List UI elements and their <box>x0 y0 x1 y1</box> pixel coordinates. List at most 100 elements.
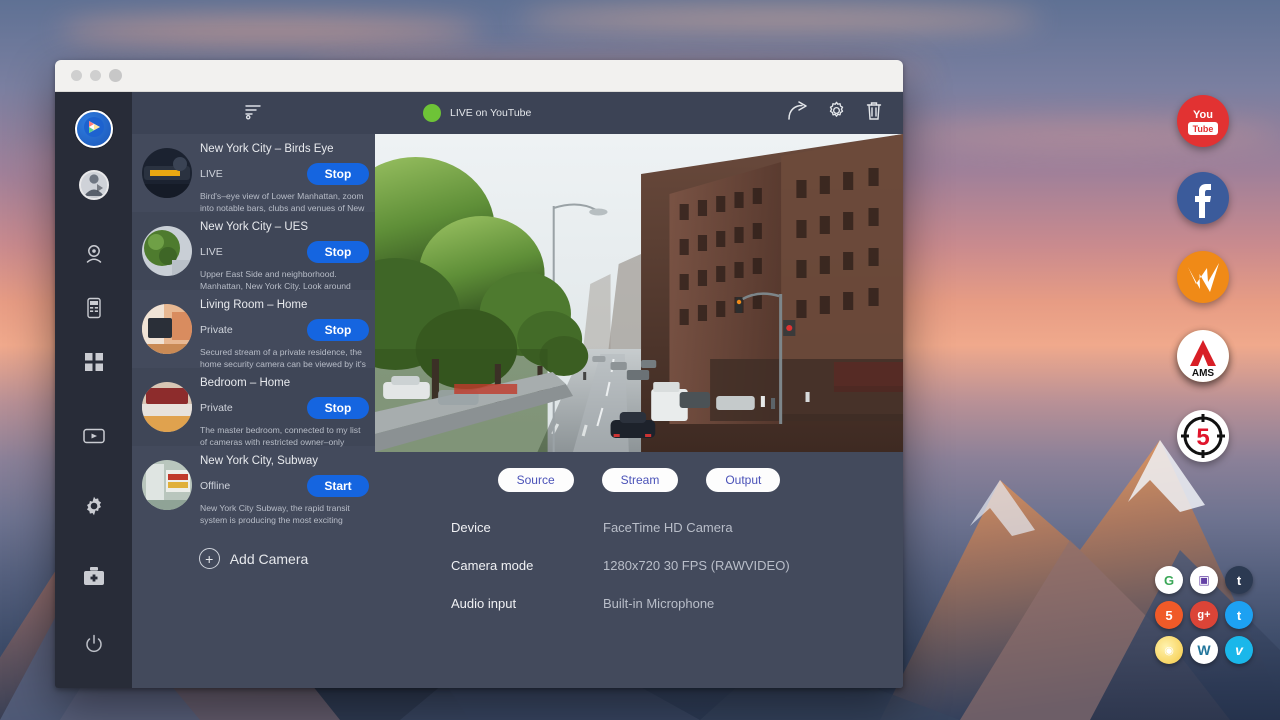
camera-action-button[interactable]: Stop <box>307 319 369 341</box>
dock-icon-target-five[interactable]: 5 <box>1177 410 1229 462</box>
camera-description: Bird's–eye view of Lower Manhattan, zoom… <box>200 191 369 214</box>
camera-list-toolbar <box>132 92 375 134</box>
window-maximize-button[interactable] <box>109 69 122 82</box>
sidebar-item-cameras[interactable] <box>74 234 114 274</box>
info-value[interactable]: 1280x720 30 FPS (RAWVIDEO) <box>603 558 790 573</box>
tv-screen-icon <box>82 426 106 446</box>
live-indicator-dot <box>423 104 441 122</box>
info-label: Camera mode <box>451 558 603 573</box>
sidebar-item-power[interactable] <box>74 624 114 664</box>
main-panel: LIVE on YouTube <box>375 92 903 688</box>
camera-thumbnail <box>142 460 192 510</box>
sidebar-item-user-avatar[interactable] <box>79 170 109 200</box>
first-aid-kit-icon <box>82 566 106 587</box>
info-row-audio-input: Audio input Built-in Microphone <box>451 596 903 611</box>
camera-description: The master bedroom, connected to my list… <box>200 425 369 448</box>
camera-list-column: New York City – Birds Eye LIVE Stop Bird… <box>132 92 375 688</box>
window-titlebar <box>55 60 903 92</box>
mobile-device-icon <box>84 297 104 319</box>
camera-title: New York City – Birds Eye <box>200 142 369 156</box>
power-icon <box>84 634 104 654</box>
svg-text:AMS: AMS <box>1192 368 1215 379</box>
camera-status: LIVE <box>200 246 223 258</box>
sidebar-item-devices[interactable] <box>74 288 114 328</box>
cloud-streak <box>60 18 480 44</box>
camera-status: Private <box>200 324 233 336</box>
sidebar-item-settings[interactable] <box>74 486 114 526</box>
dock-icon-wowza-main[interactable] <box>1177 251 1229 303</box>
camera-list-item[interactable]: New York City – UES LIVE Stop Upper East… <box>132 212 375 290</box>
dock-icon-yellow-app[interactable]: ◉ <box>1155 636 1183 664</box>
info-label: Audio input <box>451 596 603 611</box>
camera-title: New York City, Subway <box>200 454 369 468</box>
svg-text:You: You <box>1193 109 1213 121</box>
camera-thumbnail <box>142 226 192 276</box>
dock-icon-youtube[interactable]: You Tube <box>1177 95 1229 147</box>
plus-icon: + <box>199 548 220 569</box>
camera-action-button[interactable]: Start <box>307 475 369 497</box>
camera-action-button[interactable]: Stop <box>307 163 369 185</box>
info-row-device: Device FaceTime HD Camera <box>451 520 903 535</box>
camera-thumbnail <box>142 148 192 198</box>
trash-icon <box>864 100 884 126</box>
sidebar-item-app-logo[interactable] <box>75 110 113 148</box>
dock-icon-facebook[interactable] <box>1177 172 1229 224</box>
camera-list[interactable]: New York City – Birds Eye LIVE Stop Bird… <box>132 134 375 688</box>
dock-icon-twitter[interactable]: t <box>1225 601 1253 629</box>
svg-text:Tube: Tube <box>1193 124 1214 134</box>
video-preview[interactable] <box>375 134 903 452</box>
info-value[interactable]: FaceTime HD Camera <box>603 520 733 535</box>
tab-output[interactable]: Output <box>706 468 780 492</box>
dock-icon-five-orange[interactable]: 5 <box>1155 601 1183 629</box>
camera-list-item[interactable]: New York City – Birds Eye LIVE Stop Bird… <box>132 134 375 212</box>
sidebar-item-dashboard[interactable] <box>74 342 114 382</box>
info-value[interactable]: Built-in Microphone <box>603 596 714 611</box>
app-body: New York City – Birds Eye LIVE Stop Bird… <box>55 92 903 688</box>
camera-thumbnail <box>142 382 192 432</box>
sidebar-item-broadcast[interactable] <box>74 416 114 456</box>
settings-tabs: Source Stream Output <box>375 452 903 492</box>
desktop-wallpaper: New York City – Birds Eye LIVE Stop Bird… <box>0 0 1280 720</box>
tab-source[interactable]: Source <box>498 468 574 492</box>
camera-list-item[interactable]: New York City, Subway Offline Start New … <box>132 446 375 524</box>
dock-icon-adobe-ams[interactable]: AMS <box>1177 330 1229 382</box>
delete-button[interactable] <box>861 100 887 126</box>
camera-status: Offline <box>200 480 230 492</box>
camera-list-item[interactable]: Bedroom – Home Private Stop The master b… <box>132 368 375 446</box>
window-minimize-button[interactable] <box>90 70 101 81</box>
gear-icon <box>83 495 105 517</box>
sort-lines-icon[interactable] <box>244 102 264 125</box>
avatar-icon <box>81 170 107 200</box>
dock-icon-wordpress[interactable]: W <box>1190 636 1218 664</box>
dock-icon-google-g[interactable]: G <box>1155 566 1183 594</box>
camera-description: New York City Subway, the rapid transit … <box>200 503 369 526</box>
webcam-icon <box>83 243 105 265</box>
settings-button[interactable] <box>823 100 849 126</box>
camera-action-button[interactable]: Stop <box>307 241 369 263</box>
cloud-streak <box>520 8 1040 30</box>
dock-icon-vimeo[interactable]: v <box>1225 636 1253 664</box>
camera-thumbnail <box>142 304 192 354</box>
live-status-label: LIVE on YouTube <box>450 107 531 119</box>
grid-icon <box>84 352 104 372</box>
window-close-button[interactable] <box>71 70 82 81</box>
add-camera-label: Add Camera <box>230 551 309 567</box>
camera-action-button[interactable]: Stop <box>307 397 369 419</box>
camera-title: Bedroom – Home <box>200 376 369 390</box>
camera-list-item[interactable]: Living Room – Home Private Stop Secured … <box>132 290 375 368</box>
share-button[interactable] <box>785 100 811 126</box>
dock-icon-tumblr[interactable]: t <box>1225 566 1253 594</box>
gear-icon <box>826 100 847 126</box>
camera-status: Private <box>200 402 233 414</box>
live-status-badge: LIVE on YouTube <box>423 104 531 122</box>
dock-icon-google-plus[interactable]: g+ <box>1190 601 1218 629</box>
add-camera-button[interactable]: + Add Camera <box>132 524 375 569</box>
tab-stream[interactable]: Stream <box>602 468 679 492</box>
dock-icon-twitch[interactable]: ▣ <box>1190 566 1218 594</box>
sidebar-item-add-kit[interactable] <box>74 556 114 596</box>
main-toolbar: LIVE on YouTube <box>375 92 903 134</box>
app-window: New York City – Birds Eye LIVE Stop Bird… <box>55 60 903 688</box>
share-arrow-icon <box>787 101 809 126</box>
sidebar-rail <box>55 92 132 688</box>
info-label: Device <box>451 520 603 535</box>
